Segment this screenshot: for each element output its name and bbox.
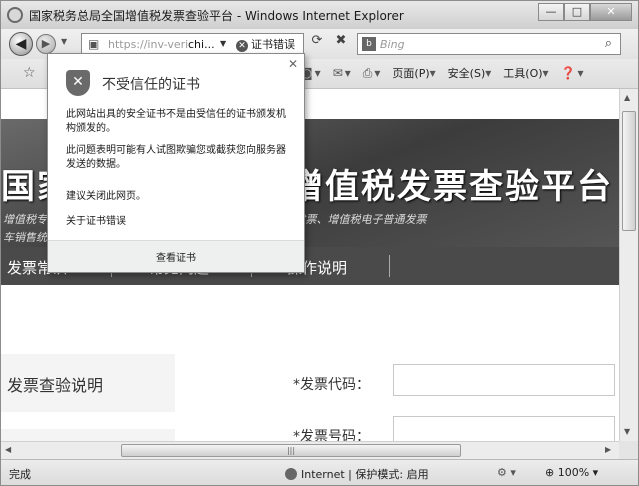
view-certificate-link[interactable]: 查看证书 [48, 249, 304, 264]
mail-icon: ✉ [332, 66, 343, 80]
warning-shield-icon: ✕ [66, 70, 90, 96]
page-menu-label: 页面(P) [392, 67, 430, 80]
about-certificate-errors-link[interactable]: 关于证书错误 [66, 212, 126, 227]
popup-title: 不受信任的证书 [102, 77, 200, 93]
certificate-error-popup: ✕ ✕ 不受信任的证书 此网站出具的安全证书不是由受信任的证书颁发机构颁发的。 … [47, 53, 305, 273]
window-controls: — □ ✕ [538, 3, 632, 21]
page-icon: ▣ [88, 37, 100, 51]
mail-dropdown-icon: ▾ [344, 66, 351, 80]
invoice-code-input[interactable] [393, 364, 615, 396]
safety-menu[interactable]: 安全(S) ▾ [448, 65, 494, 81]
print-button[interactable]: ⎙ ▾ [363, 65, 383, 81]
window-title: 国家税务总局全国增值税发票查验平台 - Windows Internet Exp… [29, 9, 404, 23]
invoice-number-label: *发票号码： [293, 429, 370, 441]
side-menu-label: 发票查验说明 [7, 376, 104, 395]
title-bar: 国家税务总局全国增值税发票查验平台 - Windows Internet Exp… [1, 1, 638, 29]
history-dropdown-icon[interactable]: ▼ [61, 37, 67, 46]
command-bar: ◙ ▾ ✉ ▾ ⎙ ▾ 页面(P) ▾ 安全(S) ▾ 工具(O) ▾ ❓ ▾ [301, 65, 586, 81]
printer-icon: ⎙ [362, 65, 373, 80]
scroll-right-icon[interactable]: ▶ [605, 445, 611, 454]
page-menu[interactable]: 页面(P) ▾ [392, 65, 437, 81]
bing-icon: b [362, 37, 376, 51]
popup-paragraph-2: 此问题表明可能有人试图欺骗您或截获您向服务器发送的数据。 [66, 145, 286, 170]
refresh-icon[interactable]: ⟳ [307, 33, 327, 55]
safety-menu-dropdown-icon: ▾ [485, 66, 492, 80]
rss-dropdown-icon: ▾ [314, 66, 321, 80]
scroll-down-icon[interactable]: ▼ [624, 427, 630, 436]
address-host[interactable]: chi... [188, 38, 215, 51]
horizontal-scrollbar[interactable]: ◀ ||| ▶ [1, 441, 619, 459]
print-dropdown-icon: ▾ [374, 66, 381, 80]
minimize-button[interactable]: — [538, 3, 564, 21]
security-zone-label: Internet | 保护模式: 启用 [301, 468, 429, 481]
popup-footer: 查看证书 [48, 240, 304, 272]
side-menu-item-2[interactable] [1, 429, 175, 441]
nav-divider [389, 255, 390, 277]
forward-button[interactable]: ▶ [36, 34, 56, 54]
close-button[interactable]: ✕ [590, 3, 632, 21]
vertical-scrollbar[interactable]: ▲ ▼ [619, 89, 638, 441]
mail-button[interactable]: ✉ ▾ [333, 65, 353, 81]
address-dropdown-icon[interactable]: ▼ [220, 39, 226, 48]
search-icon[interactable]: ⌕ [605, 36, 612, 51]
address-url[interactable]: https://inv-veri [108, 38, 188, 51]
status-text: 完成 [9, 468, 31, 481]
zoom-level: 100% [557, 466, 590, 479]
scrollbar-corner [619, 441, 638, 459]
scroll-left-icon[interactable]: ◀ [5, 445, 11, 454]
horizontal-scroll-thumb[interactable]: ||| [121, 444, 461, 457]
browser-window: 国家税务总局全国增值税发票查验平台 - Windows Internet Exp… [0, 0, 639, 486]
zoom-dropdown-icon: ▾ [592, 466, 599, 479]
invoice-number-input[interactable] [393, 416, 615, 441]
favorites-star-icon[interactable]: ☆ [23, 65, 36, 81]
back-arrow-icon: ◀ [15, 36, 27, 52]
stop-icon[interactable]: ✖ [331, 33, 351, 55]
search-input[interactable]: Bing [380, 38, 405, 51]
tools-menu-dropdown-icon: ▾ [542, 66, 549, 80]
back-button[interactable]: ◀ [9, 32, 33, 56]
zoom-icon: ⊕ [545, 466, 555, 479]
side-menu-item[interactable]: 发票查验说明 [1, 354, 175, 412]
page-menu-dropdown-icon: ▾ [429, 66, 436, 80]
tools-menu[interactable]: 工具(O) ▾ [503, 65, 550, 81]
search-box[interactable]: b Bing ⌕ [357, 33, 621, 55]
invoice-code-label: *发票代码： [293, 377, 370, 393]
popup-blocker-icon[interactable]: ⚙ ▾ [497, 466, 516, 479]
help-menu[interactable]: ❓ ▾ [561, 65, 586, 81]
status-bar: 完成 Internet | 保护模式: 启用 ⚙ ▾ ⊕ 100% ▾ [1, 459, 638, 485]
zoom-control[interactable]: ⊕ 100% ▾ [545, 466, 598, 479]
safety-menu-label: 安全(S) [447, 67, 486, 80]
help-dropdown-icon: ▾ [577, 66, 584, 80]
maximize-button[interactable]: □ [564, 3, 590, 21]
popup-paragraph-1: 此网站出具的安全证书不是由受信任的证书颁发机构颁发的。 [66, 109, 286, 134]
vertical-scroll-thumb[interactable] [622, 111, 636, 231]
popup-paragraph-3: 建议关闭此网页。 [66, 191, 146, 202]
help-icon: ❓ [560, 66, 576, 80]
certificate-error-label: 证书错误 [251, 38, 295, 51]
certificate-error-button[interactable]: ✕ 证书错误 [236, 36, 295, 52]
tools-menu-label: 工具(O) [503, 67, 543, 80]
scroll-up-icon[interactable]: ▲ [624, 93, 630, 102]
address-bar[interactable]: ▣ https://inv-veri chi... ▼ ✕ 证书错误 [81, 33, 304, 55]
ie-icon [7, 7, 23, 23]
shield-icon: ✕ [236, 40, 248, 52]
security-zone[interactable]: Internet | 保护模式: 启用 [285, 466, 429, 482]
forward-arrow-icon: ▶ [41, 37, 51, 50]
globe-icon [285, 468, 297, 480]
popup-close-icon[interactable]: ✕ [288, 57, 298, 71]
